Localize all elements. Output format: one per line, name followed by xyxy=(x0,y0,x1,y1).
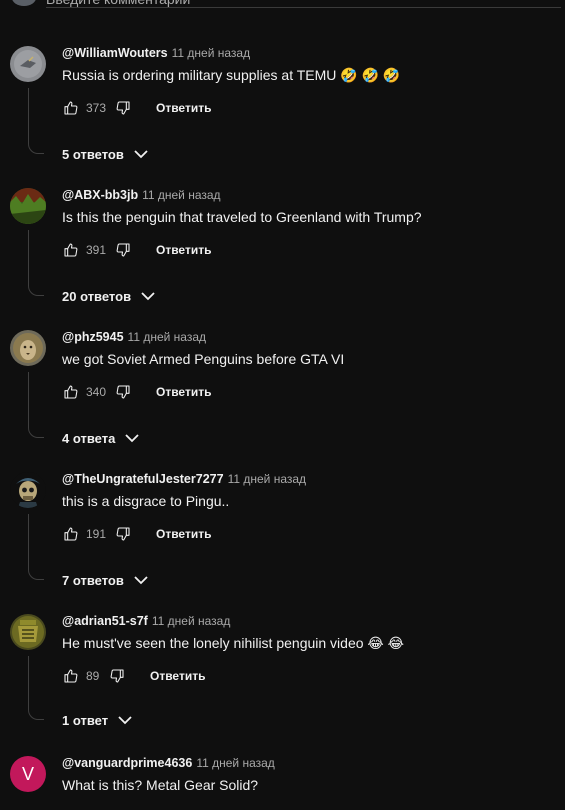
replies-count: 4 ответа xyxy=(62,430,116,446)
comment-actions: 340 Ответить xyxy=(62,382,211,402)
like-icon[interactable] xyxy=(62,667,80,685)
thread-line xyxy=(28,514,44,580)
dislike-icon[interactable] xyxy=(108,667,126,685)
like-count: 89 xyxy=(86,669,100,683)
comment-item: @WilliamWouters 11 дней назад Russia is o… xyxy=(0,46,565,176)
comment-header: @WilliamWouters 11 дней назад xyxy=(62,46,250,60)
comment-actions: 373 Ответить xyxy=(62,98,211,118)
like-icon[interactable] xyxy=(62,383,80,401)
dislike-icon[interactable] xyxy=(114,99,132,117)
comment-text: we got Soviet Armed Penguins before GTA … xyxy=(62,351,345,367)
comment-input[interactable] xyxy=(46,0,561,8)
current-user-avatar xyxy=(12,0,36,6)
letter-avatar[interactable]: V xyxy=(10,756,46,792)
replies-count: 7 ответов xyxy=(62,572,124,588)
comment-text: Is this the penguin that traveled to Gre… xyxy=(62,209,422,225)
reply-button[interactable]: Ответить xyxy=(150,669,205,683)
dislike-icon[interactable] xyxy=(114,383,132,401)
comment-time[interactable]: 11 дней назад xyxy=(196,756,274,770)
comment-author[interactable]: @WilliamWouters xyxy=(62,46,168,60)
reply-button[interactable]: Ответить xyxy=(156,243,211,257)
like-icon[interactable] xyxy=(62,99,80,117)
replies-count: 20 ответов xyxy=(62,288,132,304)
like-icon[interactable] xyxy=(62,525,80,543)
replies-count: 1 ответ xyxy=(62,712,109,728)
comment-item: @TheUngratefulJester7277 11 дней назад th… xyxy=(0,472,565,602)
dislike-icon[interactable] xyxy=(114,241,132,259)
comment-text: Russia is ordering military supplies at … xyxy=(62,67,401,83)
comment-time[interactable]: 11 дней назад xyxy=(228,472,306,486)
comment-text: What is this? Metal Gear Solid? xyxy=(62,777,259,793)
comment-time[interactable]: 11 дней назад xyxy=(142,188,220,202)
like-icon[interactable] xyxy=(62,241,80,259)
avatar-letter: V xyxy=(21,763,34,784)
comment-item: V @vanguardprime4636 11 дней назад What i… xyxy=(0,756,565,810)
comment-author[interactable]: @TheUngratefulJester7277 xyxy=(62,472,224,486)
reply-button[interactable]: Ответить xyxy=(156,527,211,541)
comment-actions: 191 Ответить xyxy=(62,524,211,544)
comment-header: @adrian51-s7f 11 дней назад xyxy=(62,614,230,628)
comment-time[interactable]: 11 дней назад xyxy=(128,330,206,344)
like-count: 340 xyxy=(86,385,107,399)
comment-item: @adrian51-s7f 11 дней назад He must've se… xyxy=(0,614,565,738)
comment-author[interactable]: @adrian51-s7f xyxy=(62,614,148,628)
chevron-down-icon xyxy=(134,576,148,585)
comment-header: @phz5945 11 дней назад xyxy=(62,330,206,344)
comment-time[interactable]: 11 дней назад xyxy=(152,614,230,628)
grey-bird-avatar[interactable] xyxy=(10,46,46,82)
view-replies-button[interactable]: 7 ответов xyxy=(62,570,148,590)
lion-avatar[interactable] xyxy=(10,330,46,366)
replies-count: 5 ответов xyxy=(62,146,124,162)
comment-header: @TheUngratefulJester7277 11 дней назад xyxy=(62,472,306,486)
comment-item: @ABX-bb3jb 11 дней назад Is this the peng… xyxy=(0,188,565,318)
comment-item: @phz5945 11 дней назад we got Soviet Arme… xyxy=(0,330,565,460)
like-count: 373 xyxy=(86,101,107,115)
thread-line xyxy=(28,656,44,720)
view-replies-button[interactable]: 1 ответ xyxy=(62,710,132,730)
chevron-down-icon xyxy=(134,150,148,159)
like-count: 191 xyxy=(86,527,107,541)
comment-time[interactable]: 11 дней назад xyxy=(172,46,250,60)
reply-button[interactable]: Ответить xyxy=(156,101,211,115)
view-replies-button[interactable]: 4 ответа xyxy=(62,428,139,448)
comment-composer xyxy=(0,0,565,10)
dislike-icon[interactable] xyxy=(114,525,132,543)
like-count: 391 xyxy=(86,243,107,257)
thread-line xyxy=(28,372,44,438)
thread-line xyxy=(28,88,44,154)
reply-button[interactable]: Ответить xyxy=(156,385,211,399)
skull-avatar[interactable] xyxy=(10,472,46,508)
comment-header: @ABX-bb3jb 11 дней назад xyxy=(62,188,221,202)
view-replies-button[interactable]: 5 ответов xyxy=(62,144,148,164)
thread-line xyxy=(28,230,44,296)
chevron-down-icon xyxy=(141,292,155,301)
comment-text: He must've seen the lonely nihilist peng… xyxy=(62,635,405,651)
comment-text: this is a disgrace to Pingu.. xyxy=(62,493,230,509)
comment-author[interactable]: @vanguardprime4636 xyxy=(62,756,192,770)
comment-actions: 89 Ответить xyxy=(62,666,205,686)
comment-actions: 391 Ответить xyxy=(62,240,211,260)
chevron-down-icon xyxy=(125,434,139,443)
comment-header: @vanguardprime4636 11 дней назад xyxy=(62,756,275,770)
comment-author[interactable]: @phz5945 xyxy=(62,330,124,344)
forest-avatar[interactable] xyxy=(10,188,46,224)
chevron-down-icon xyxy=(118,716,132,725)
view-replies-button[interactable]: 20 ответов xyxy=(62,286,155,306)
comment-author[interactable]: @ABX-bb3jb xyxy=(62,188,138,202)
badge-avatar[interactable] xyxy=(10,614,46,650)
